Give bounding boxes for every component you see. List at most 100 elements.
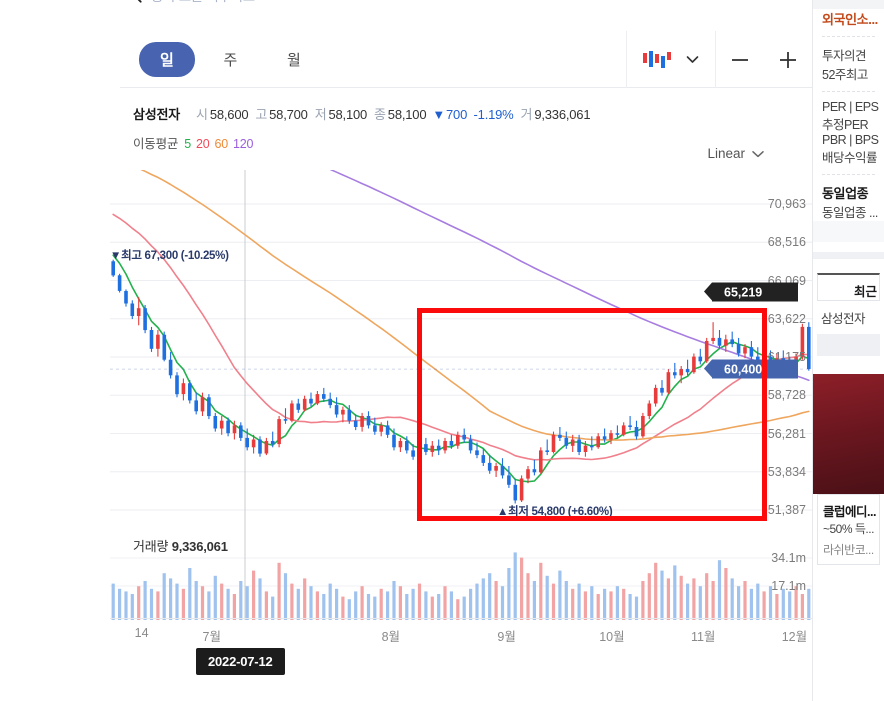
sidebar-thick-divider [813,252,884,259]
high-label: 고 [255,107,268,122]
close-value: 58,100 [387,107,427,122]
plus-icon [780,51,796,68]
volume-axis-tick: 17.1m [771,579,806,593]
chevron-down-icon [752,150,764,157]
x-axis-line [110,618,812,619]
change-percent: -1.19% [473,107,514,122]
volume-label-inline: 거 [520,107,533,122]
divider [822,91,875,92]
sidebar-header-same-industry[interactable]: 동일업종 [822,183,875,202]
stock-chart-page: 종목 또는 지수비교 공시 보조지표 도구 인쇄 일 [0,0,884,701]
sidebar-header-foreign: 외국인소... [822,12,878,27]
sidebar-panel-placeholder [817,334,880,356]
volume-plot[interactable] [110,528,812,620]
chevron-down-icon [686,56,699,63]
ad-subtitle: ~50% 득... [823,522,874,536]
scale-selector[interactable]: Linear [707,146,764,161]
period-tab-day[interactable]: 일 [139,41,195,77]
change-arrow: ▼ [432,107,446,122]
top-toolbar: 종목 또는 지수비교 공시 보조지표 도구 인쇄 [0,0,812,21]
minus-icon [732,58,748,61]
date-axis-tick: 11월 [690,630,716,644]
period-tabs: 일 주 월 [139,41,322,77]
date-tooltip-badge: 2022-07-12 [196,648,285,675]
ma-label: 이동평균 [133,137,179,151]
ma-60[interactable]: 60 [214,137,228,151]
low-label: 저 [314,107,327,122]
search-icon [138,0,142,3]
low-value: 58,100 [328,107,368,122]
close-label: 종 [374,107,386,122]
divider [822,174,875,175]
ad-image[interactable] [813,374,884,494]
price-axis-tick: 68,516 [767,235,806,250]
open-value: 58,600 [209,107,249,122]
period-tab-week[interactable]: 주 [203,42,259,77]
sidebar-panel-row[interactable]: 삼성전자 [817,301,880,334]
open-label: 시 [196,107,208,122]
search-box[interactable]: 종목 또는 지수비교 [127,0,255,5]
volume-value-inline: 9,336,061 [534,107,591,122]
divider [822,36,875,37]
ma-20[interactable]: 20 [196,137,210,151]
price-chart-svg [110,79,812,530]
low-annotation: ▲최저 54,800 (+6.60%) [497,506,613,518]
sidebar-panel-tab[interactable]: 최근 [818,281,879,300]
search-placeholder: 종목 또는 지수비교 [151,0,255,5]
chart-type-button[interactable] [626,31,716,88]
volume-axis-tick: 34.1m [771,551,806,565]
ma-120[interactable]: 120 [233,137,253,151]
chart-column: 종목 또는 지수비교 공시 보조지표 도구 인쇄 일 [0,0,812,701]
price-axis-tick: 51,387 [767,503,806,517]
volume-chart-svg [110,528,812,620]
sidebar-recent-panel: 최근 [817,273,880,301]
date-axis-tick: 8월 [381,630,401,644]
sidebar-row-opinion: 투자의견 [822,49,867,63]
sidebar-top-strip [813,0,884,9]
quote-line: 삼성전자 시 58,600 고 58,700 저 58,100 종 58,100 ▼700 -1.… [133,104,591,123]
price-badge-prev-close: 65,219 [704,282,798,302]
date-axis-tick: 10월 [599,630,625,644]
price-axis-tick: 53,834 [767,464,806,479]
date-axis-tick: 7월 [202,630,222,644]
price-plot[interactable] [110,79,812,530]
ad-brand: 라쉬반코... [823,543,874,557]
sidebar-row-per-eps: PER | EPS [822,100,879,114]
price-badge-current: 60,400 [704,359,798,379]
stock-name: 삼성전자 [133,107,181,122]
sidebar-row-est-per: 추정PER [822,118,869,132]
ma-5[interactable]: 5 [184,137,191,151]
period-bar: 일 주 월 [120,31,812,88]
price-badge-black-value: 65,219 [724,285,763,299]
high-annotation: ▼최고 67,300 (-10.25%) [110,250,229,262]
price-axis-tick: 63,622 [767,311,806,326]
badge-arrow [704,282,712,301]
date-axis-tick: 12월 [781,630,808,644]
period-tab-month[interactable]: 월 [266,42,322,77]
ad-block[interactable]: 클럽에디... ~50% 득... 라쉬반코... [817,494,880,565]
badge-arrow [704,359,712,378]
zoom-in-button[interactable] [764,31,812,88]
candlestick-icon [643,50,671,68]
period-bar-controls [626,31,812,88]
scale-label: Linear [707,146,745,161]
zoom-out-button[interactable] [716,31,764,88]
date-axis-tick: 9월 [497,630,516,644]
price-axis-tick: 56,281 [767,426,806,441]
price-axis-tick: 70,963 [767,197,806,211]
date-axis-tick: 14 [134,626,149,640]
sidebar-row-pbr-bps: PBR | BPS [822,133,879,147]
sidebar-row-dividend-yield: 배당수익률 [822,151,878,165]
price-axis-tick: 58,728 [767,388,806,403]
moving-average-legend: 이동평균 5 20 60 120 [133,133,253,152]
change-value: 700 [446,107,468,122]
sidebar-card-foreign: 외국인소... 투자의견 52주최고 PER | EPS 추정PER PBR |… [813,9,884,221]
sidebar-gray-band [813,221,884,242]
right-sidebar: 외국인소... 투자의견 52주최고 PER | EPS 추정PER PBR |… [812,0,884,701]
high-value: 58,700 [269,107,308,122]
sidebar-row-52wk-high: 52주최고 [822,68,868,82]
price-badge-blue-value: 60,400 [724,362,763,376]
sidebar-row-same-industry: 동일업종 ... [822,206,878,220]
